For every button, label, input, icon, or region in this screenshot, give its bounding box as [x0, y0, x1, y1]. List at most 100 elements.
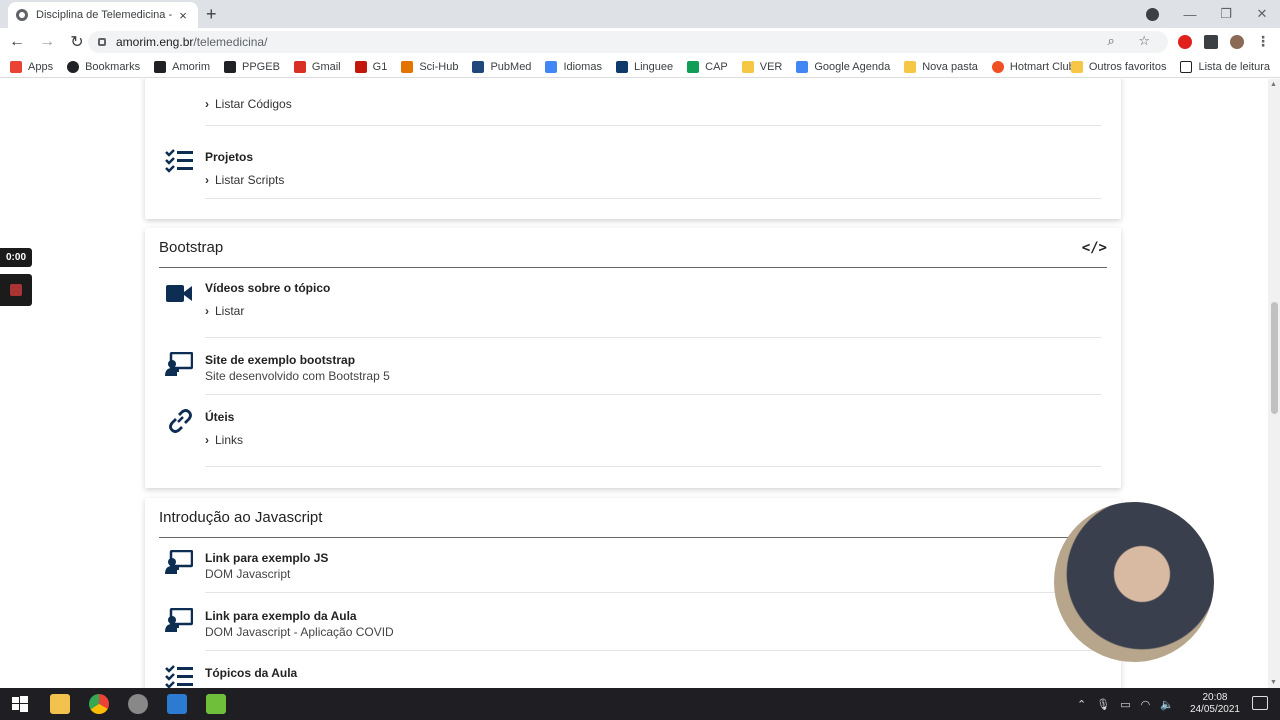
cap-icon	[687, 60, 700, 73]
tab-title: Disciplina de Telemedicina - UNI	[36, 9, 176, 21]
tab-close-button[interactable]: ×	[176, 8, 190, 23]
tab-search-icon[interactable]	[1146, 8, 1159, 21]
bookmark-cap[interactable]: CAP	[687, 60, 728, 73]
folder-icon	[741, 60, 754, 73]
new-tab-button[interactable]: +	[206, 4, 217, 25]
close-window-button[interactable]: ✕	[1244, 6, 1280, 22]
window-controls: — ❐ ✕	[1172, 0, 1280, 28]
app-icon[interactable]	[128, 694, 148, 714]
tray-chevron-icon[interactable]: ⌃	[1077, 698, 1086, 711]
page-scrollbar[interactable]: ▲ ▼	[1268, 79, 1280, 688]
divider	[205, 337, 1101, 338]
scroll-down-arrow-icon[interactable]: ▼	[1270, 679, 1277, 686]
bookmark-ppgeb[interactable]: PPGEB	[224, 60, 280, 73]
bookmark-linguee[interactable]: Linguee	[615, 60, 673, 73]
link-listar-videos[interactable]: › Listar	[205, 304, 1101, 318]
item-title-projetos: Projetos	[205, 150, 254, 164]
item-title-site-exemplo: Site de exemplo bootstrap	[205, 353, 356, 367]
bookmark-pubmed[interactable]: PubMed	[472, 60, 531, 73]
bookmark-bookmarks[interactable]: Bookmarks	[67, 60, 140, 73]
card-bootstrap: Bootstrap </> Vídeos sobre o tópico › Lis…	[145, 228, 1121, 488]
item-subtitle-site-exemplo: Site desenvolvido com Bootstrap 5	[205, 369, 390, 383]
bookmark-idiomas[interactable]: Idiomas	[545, 60, 602, 73]
checklist-icon	[165, 149, 193, 173]
reading-list-icon	[1180, 61, 1193, 73]
microphone-icon[interactable]: 🎙	[1096, 698, 1110, 711]
bookmark-apps[interactable]: Apps	[10, 60, 53, 73]
link-listar-codigos[interactable]: › Listar Códigos	[205, 97, 1101, 111]
divider	[205, 198, 1101, 199]
scroll-up-arrow-icon[interactable]: ▲	[1270, 81, 1277, 88]
notepadpp-icon[interactable]	[206, 694, 226, 714]
scrollbar-thumb[interactable]	[1271, 302, 1278, 414]
video-camera-icon	[166, 285, 192, 302]
item-title-uteis: Úteis	[205, 410, 235, 424]
linguee-icon	[615, 60, 628, 73]
bookmark-nova-pasta[interactable]: Nova pasta	[904, 60, 978, 73]
bookmark-g1[interactable]: G1	[354, 60, 387, 73]
windows-start-icon[interactable]	[10, 694, 30, 714]
translate-icon	[545, 60, 558, 73]
link-listar-scripts[interactable]: › Listar Scripts	[205, 173, 1101, 187]
minimize-button[interactable]: —	[1172, 7, 1208, 22]
bookmark-flag-icon	[224, 60, 236, 73]
section-title-bootstrap: Bootstrap	[159, 239, 224, 256]
bookmark-hotmart[interactable]: Hotmart Club	[991, 60, 1075, 73]
bookmarks-bar: Apps Bookmarks Amorim PPGEB Gmail G1 Sci…	[0, 56, 1280, 78]
bookmark-amorim[interactable]: Amorim	[154, 60, 210, 73]
stop-recording-button[interactable]	[0, 274, 32, 306]
system-tray: ⌃ 🎙 ▭ ◠ 🔈 20:08 24/05/2021	[1077, 688, 1240, 720]
card-header: Bootstrap </>	[159, 228, 1107, 268]
back-button[interactable]: ←	[4, 33, 30, 51]
folder-icon	[1070, 61, 1083, 73]
windows-taskbar: ⌃ 🎙 ▭ ◠ 🔈 20:08 24/05/2021	[0, 688, 1280, 720]
taskbar-clock[interactable]: 20:08 24/05/2021	[1190, 692, 1240, 716]
address-bar[interactable]: amorim.eng.br /telemedicina/ ⌕ ☆	[88, 31, 1168, 53]
file-explorer-icon[interactable]	[50, 694, 70, 714]
lock-icon[interactable]	[98, 38, 106, 46]
url-host: amorim.eng.br	[116, 35, 194, 49]
webcam-overlay	[1054, 502, 1214, 662]
bookmarks-right: Outros favoritos Lista de leitura	[1070, 56, 1270, 78]
folder-icon	[904, 60, 917, 73]
flame-icon	[991, 60, 1004, 73]
divider	[205, 394, 1101, 395]
chrome-icon[interactable]	[89, 694, 109, 714]
active-tab[interactable]: Disciplina de Telemedicina - UNI ×	[8, 2, 198, 28]
shield-icon	[154, 60, 167, 73]
teacher-board-icon	[165, 608, 193, 632]
bookmark-scihub[interactable]: Sci-Hub	[401, 60, 458, 73]
extensions-area: ⋮	[1178, 33, 1270, 50]
menu-kebab-icon[interactable]: ⋮	[1256, 33, 1270, 50]
bookmark-google-agenda[interactable]: Google Agenda	[796, 60, 890, 73]
forward-button[interactable]: →	[34, 33, 60, 51]
bookmark-gmail[interactable]: Gmail	[293, 60, 341, 73]
section-title-javascript: Introdução ao Javascript	[159, 509, 323, 526]
vscode-icon[interactable]	[167, 694, 187, 714]
notifications-icon[interactable]	[1252, 696, 1268, 710]
puzzle-extensions-icon[interactable]	[1204, 34, 1218, 49]
bookmark-outros-favoritos[interactable]: Outros favoritos	[1070, 61, 1166, 73]
battery-icon[interactable]: ▭	[1120, 698, 1130, 711]
opera-extension-icon[interactable]	[1178, 34, 1192, 49]
wifi-icon[interactable]: ◠	[1141, 698, 1151, 711]
browser-toolbar: ← → ↻ amorim.eng.br /telemedicina/ ⌕ ☆ ⋮	[0, 28, 1280, 56]
volume-icon[interactable]: 🔈	[1160, 698, 1174, 711]
reload-button[interactable]: ↻	[64, 32, 90, 52]
reading-list-button[interactable]: Lista de leitura	[1180, 61, 1270, 73]
item-title-exemplo-js: Link para exemplo JS	[205, 551, 329, 565]
card-introducao-javascript: Introdução ao Javascript Link para exemp…	[145, 498, 1121, 688]
profile-avatar[interactable]	[1230, 34, 1244, 49]
checklist-icon	[165, 665, 193, 688]
apps-grid-icon	[10, 60, 22, 73]
g1-icon	[354, 60, 367, 73]
calendar-icon	[796, 60, 809, 73]
zoom-and-star-icons[interactable]: ⌕ ☆	[1107, 33, 1160, 49]
bookmark-ver[interactable]: VER	[741, 60, 782, 73]
code-icon[interactable]: </>	[1082, 240, 1107, 256]
restore-button[interactable]: ❐	[1208, 6, 1244, 22]
divider	[205, 592, 1101, 593]
link-links[interactable]: › Links	[205, 433, 1101, 447]
clock-date: 24/05/2021	[1189, 704, 1240, 715]
checklist-icon	[165, 79, 193, 95]
